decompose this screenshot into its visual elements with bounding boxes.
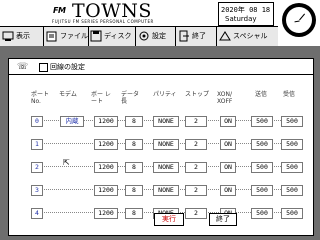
cell-data-3[interactable]: 8 (125, 185, 143, 196)
col-header-recv: 受信 (283, 91, 296, 98)
exit-icon (178, 30, 190, 42)
clock-hand-hour (294, 20, 300, 23)
cell-stop-0[interactable]: 2 (185, 116, 207, 127)
display-icon (2, 30, 14, 42)
cell-data-1[interactable]: 8 (125, 139, 143, 150)
toolbar-divider (175, 27, 176, 46)
cell-modem-1[interactable] (60, 139, 82, 148)
cell-port-3[interactable]: 3 (31, 185, 43, 196)
date-text: 2020年 08 18 (221, 6, 271, 14)
cell-port-0[interactable]: 0 (31, 116, 43, 127)
cell-baud-3[interactable]: 1200 (94, 185, 118, 196)
cell-parity-1[interactable]: NONE (153, 139, 179, 150)
cell-recv-0[interactable]: 500 (281, 116, 303, 127)
run-button[interactable]: 実行 (154, 213, 184, 226)
line-settings-dialog: ☏ 回線の設定 ポート No. モデム ボー レート データ 長 パリティ スト… (8, 58, 314, 236)
close-box-button[interactable] (39, 63, 48, 72)
file-icon (46, 30, 58, 42)
system-header: FM TOWNS FUJITSU FM SERIES PERSONAL COMP… (0, 0, 320, 37)
col-header-port: ポート No. (31, 91, 50, 105)
mouse-pointer-icon: ⇱ (63, 158, 70, 167)
menu-exit-button[interactable]: 終了 (178, 28, 206, 44)
cell-send-2[interactable]: 500 (251, 162, 273, 173)
menu-toolbar: 表示 ファイル ディスク 設定 終了 スペシャル (0, 26, 278, 47)
cell-port-1[interactable]: 1 (31, 139, 43, 150)
toolbar-divider (88, 27, 89, 46)
cell-data-4[interactable]: 8 (125, 208, 143, 219)
weekday-text: Saturday (225, 15, 257, 23)
cell-send-3[interactable]: 500 (251, 185, 273, 196)
dialog-titlebar: ☏ 回線の設定 (9, 59, 313, 75)
toolbar-divider (216, 27, 217, 46)
special-icon (219, 30, 231, 42)
menu-settings-label: 設定 (152, 32, 166, 40)
toolbar-divider (135, 27, 136, 46)
cell-baud-0[interactable]: 1200 (94, 116, 118, 127)
cell-recv-3[interactable]: 500 (281, 185, 303, 196)
cell-xon-3[interactable]: ON (220, 185, 236, 196)
menu-disk-label: ディスク (104, 32, 132, 40)
toolbar-divider (43, 27, 44, 46)
cell-xon-1[interactable]: ON (220, 139, 236, 150)
logo-subtitle: FUJITSU FM SERIES PERSONAL COMPUTER (52, 19, 154, 24)
cell-recv-4[interactable]: 500 (281, 208, 303, 219)
cell-modem-3[interactable] (60, 185, 82, 194)
clock-hand-minute (299, 13, 306, 21)
cell-xon-0[interactable]: ON (220, 116, 236, 127)
disk-icon (90, 30, 102, 42)
cell-stop-1[interactable]: 2 (185, 139, 207, 150)
col-header-data: データ 長 (121, 91, 140, 105)
menu-file-label: ファイル (60, 32, 88, 40)
logo-fm: FM (53, 6, 66, 15)
menu-disk-button[interactable]: ディスク (90, 28, 132, 44)
cell-parity-0[interactable]: NONE (153, 116, 179, 127)
cell-baud-4[interactable]: 1200 (94, 208, 118, 219)
cell-modem-0[interactable]: 内蔵 (60, 116, 84, 127)
clock-face (286, 7, 312, 33)
cell-parity-3[interactable]: NONE (153, 185, 179, 196)
exit-button[interactable]: 終了 (209, 213, 237, 226)
cell-send-1[interactable]: 500 (251, 139, 273, 150)
cell-recv-2[interactable]: 500 (281, 162, 303, 173)
cell-port-2[interactable]: 2 (31, 162, 43, 173)
desktop-area: ☏ 回線の設定 ポート No. モデム ボー レート データ 長 パリティ スト… (0, 46, 320, 240)
cell-baud-1[interactable]: 1200 (94, 139, 118, 150)
col-header-modem: モデム (59, 91, 77, 98)
cell-stop-2[interactable]: 2 (185, 162, 207, 173)
col-header-send: 送信 (255, 91, 268, 98)
dialog-title: 回線の設定 (50, 63, 85, 71)
menu-display-button[interactable]: 表示 (2, 28, 30, 44)
clock-icon (282, 3, 316, 37)
col-header-xon: XON/ XOFF (217, 91, 233, 105)
cell-modem-4[interactable] (60, 208, 82, 217)
cell-xon-2[interactable]: ON (220, 162, 236, 173)
menu-file-button[interactable]: ファイル (46, 28, 88, 44)
menu-special-button[interactable]: スペシャル (219, 28, 268, 44)
cell-recv-1[interactable]: 500 (281, 139, 303, 150)
col-header-stop: ストップ (185, 91, 210, 98)
cell-send-0[interactable]: 500 (251, 116, 273, 127)
cell-port-4[interactable]: 4 (31, 208, 43, 219)
cell-stop-4[interactable]: 2 (185, 208, 207, 219)
cell-data-0[interactable]: 8 (125, 116, 143, 127)
settings-icon (138, 30, 150, 42)
cell-stop-3[interactable]: 2 (185, 185, 207, 196)
col-header-parity: パリティ (153, 91, 177, 98)
menu-display-label: 表示 (16, 32, 30, 40)
menu-settings-button[interactable]: 設定 (138, 28, 166, 44)
cell-parity-2[interactable]: NONE (153, 162, 179, 173)
date-display: 2020年 08 18 Saturday (218, 2, 274, 26)
cell-data-2[interactable]: 8 (125, 162, 143, 173)
phone-icon: ☏ (17, 62, 29, 72)
col-header-baud: ボー レート (91, 91, 111, 105)
menu-exit-label: 終了 (192, 32, 206, 40)
menu-special-label: スペシャル (233, 32, 268, 40)
cell-baud-2[interactable]: 1200 (94, 162, 118, 173)
cell-send-4[interactable]: 500 (251, 208, 273, 219)
